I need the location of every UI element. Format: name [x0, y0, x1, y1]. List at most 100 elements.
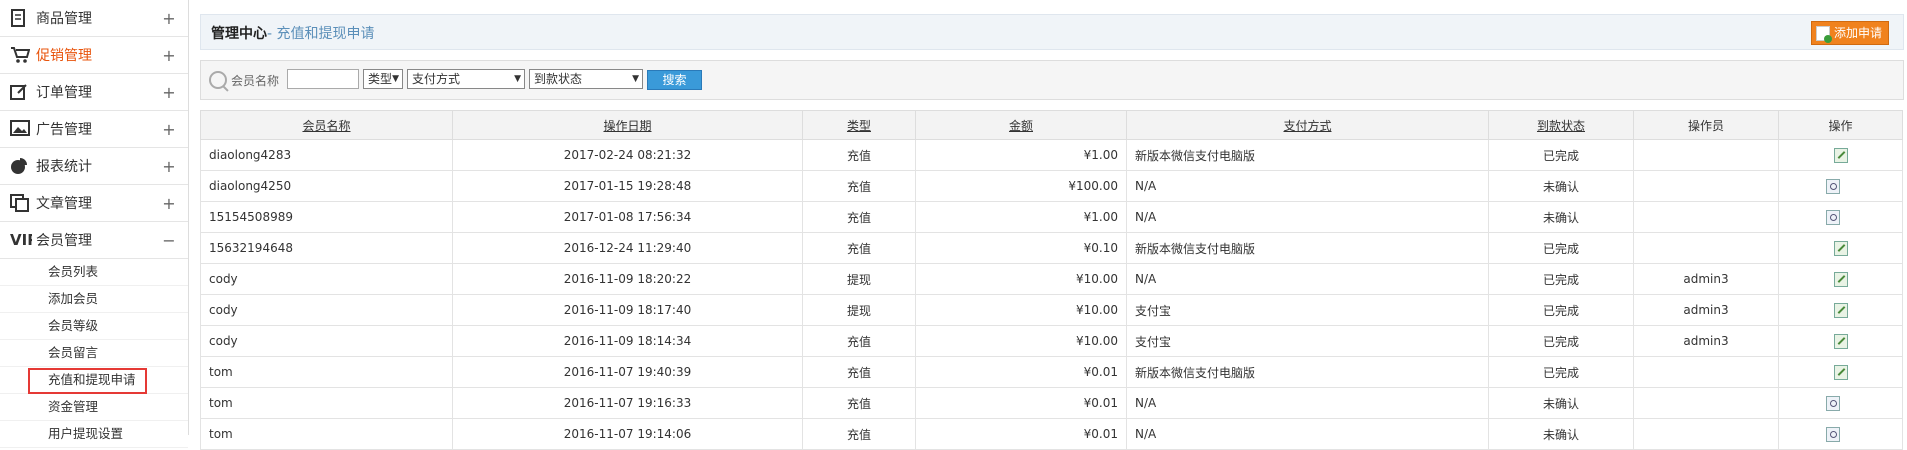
submenu-item[interactable]: 资金管理	[0, 394, 188, 421]
payment-status-select[interactable]: 到款状态 ▼	[529, 69, 643, 89]
row-actions	[1787, 426, 1894, 442]
table-row: cody 2016-11-09 18:17:40 提现 ¥10.00 支付宝 已完成 adm…	[200, 294, 1903, 326]
cell-operator	[1633, 170, 1779, 202]
column-header[interactable]: 操作日期	[452, 110, 803, 140]
delete-icon[interactable]	[1843, 428, 1855, 441]
row-actions	[1787, 271, 1894, 287]
vip-icon: VIP	[10, 231, 38, 249]
table-row: 15632194648 2016-12-24 11:29:40 充值 ¥0.10 新版本…	[200, 232, 1903, 264]
cell-type: 充值	[802, 139, 916, 171]
expand-icon[interactable]: +	[160, 46, 178, 65]
column-header[interactable]: 会员名称	[200, 110, 453, 140]
column-header[interactable]: 金额	[915, 110, 1127, 140]
submenu-item[interactable]: 会员等级	[0, 313, 188, 340]
cell-operator	[1633, 201, 1779, 233]
expand-icon[interactable]: +	[160, 83, 178, 102]
edit-icon[interactable]	[1833, 302, 1848, 318]
sidebar: 商品管理 + 促销管理 + 订单管理 + 广告管理 + 报表统计 + 文章管理 + VIP会员管理 − 会…	[0, 0, 189, 448]
sidebar-item-label: 促销管理	[36, 48, 92, 64]
cell-date: 2016-11-09 18:17:40	[452, 294, 803, 326]
delete-icon[interactable]	[1843, 211, 1855, 224]
edit-icon[interactable]	[1833, 147, 1848, 163]
column-header[interactable]: 类型	[802, 110, 916, 140]
edit-icon[interactable]	[1833, 333, 1848, 349]
submenu-item[interactable]: 会员列表	[0, 259, 188, 286]
expand-icon[interactable]: +	[160, 194, 178, 213]
table-row: diaolong4250 2017-01-15 19:28:48 充值 ¥100.00…	[200, 170, 1903, 202]
cell-date: 2017-01-15 19:28:48	[452, 170, 803, 202]
records-table: 会员名称 操作日期 类型 金额 支付方式 到款状态 操作员 操作 diaolong4283 20…	[200, 110, 1903, 450]
submenu-item[interactable]: 添加会员	[0, 286, 188, 313]
expand-icon[interactable]: +	[160, 9, 178, 28]
collapse-icon[interactable]: −	[160, 231, 178, 250]
view-icon[interactable]	[1826, 426, 1840, 442]
cell-actions	[1778, 356, 1903, 388]
column-header[interactable]: 支付方式	[1126, 110, 1489, 140]
cell-amount: ¥0.10	[915, 232, 1127, 264]
submenu-item-label: 充值和提现申请	[48, 372, 136, 387]
view-icon[interactable]	[1826, 209, 1840, 225]
cell-date: 2016-12-24 11:29:40	[452, 232, 803, 264]
chevron-down-icon: ▼	[514, 74, 521, 84]
column-header-label: 操作员	[1687, 118, 1724, 133]
cell-operator	[1633, 387, 1779, 419]
cell-operator: admin3	[1633, 294, 1779, 326]
cell-date: 2017-02-24 08:21:32	[452, 139, 803, 171]
expand-icon[interactable]: +	[160, 120, 178, 139]
cell-member: cody	[200, 263, 453, 295]
edit-icon[interactable]	[1833, 271, 1848, 287]
view-icon[interactable]	[1826, 395, 1840, 411]
table-body: diaolong4283 2017-02-24 08:21:32 充值 ¥1.00 新版…	[200, 139, 1903, 450]
row-actions	[1787, 333, 1894, 349]
cell-type: 充值	[802, 201, 916, 233]
sidebar-item-1[interactable]: 促销管理 +	[0, 37, 188, 74]
search-button[interactable]: 搜索	[647, 70, 702, 90]
type-select-value: 类型	[368, 72, 393, 86]
column-header: 操作员	[1633, 110, 1779, 140]
column-header-label: 到款状态	[1536, 118, 1585, 133]
column-header-label: 操作日期	[603, 118, 652, 133]
cell-payment: 支付宝	[1126, 325, 1489, 357]
cell-operator: admin3	[1633, 263, 1779, 295]
svg-text:VIP: VIP	[10, 231, 32, 247]
sidebar-item-4[interactable]: 报表统计 +	[0, 148, 188, 185]
delete-icon[interactable]	[1843, 397, 1855, 410]
sidebar-item-3[interactable]: 广告管理 +	[0, 111, 188, 148]
cell-type: 充值	[802, 325, 916, 357]
cell-payment: N/A	[1126, 387, 1489, 419]
member-name-input[interactable]	[287, 69, 359, 89]
delete-icon[interactable]	[1843, 180, 1855, 193]
submenu-item[interactable]: 充值和提现申请	[0, 367, 188, 394]
table-row: 15154508989 2017-01-08 17:56:34 充值 ¥1.00 N/A…	[200, 201, 1903, 233]
cell-status: 已完成	[1488, 325, 1634, 357]
sidebar-item-2[interactable]: 订单管理 +	[0, 74, 188, 111]
row-actions	[1787, 240, 1894, 256]
sidebar-item-6[interactable]: VIP会员管理 −	[0, 222, 188, 259]
column-header[interactable]: 到款状态	[1488, 110, 1634, 140]
row-actions	[1787, 178, 1894, 194]
view-icon[interactable]	[1826, 178, 1840, 194]
cell-date: 2016-11-09 18:14:34	[452, 325, 803, 357]
cell-payment: 新版本微信支付电脑版	[1126, 232, 1489, 264]
sidebar-item-label: 会员管理	[36, 233, 92, 249]
cell-date: 2016-11-07 19:40:39	[452, 356, 803, 388]
sidebar-item-0[interactable]: 商品管理 +	[0, 0, 188, 37]
payment-method-select[interactable]: 支付方式 ▼	[407, 69, 525, 89]
type-select[interactable]: 类型 ▼	[363, 69, 403, 89]
edit-icon[interactable]	[1833, 240, 1848, 256]
cell-type: 提现	[802, 263, 916, 295]
submenu-item[interactable]: 会员留言	[0, 340, 188, 367]
cell-status: 未确认	[1488, 170, 1634, 202]
cell-amount: ¥10.00	[915, 325, 1127, 357]
cell-type: 提现	[802, 294, 916, 326]
cell-amount: ¥0.01	[915, 418, 1127, 450]
page-header: 管理中心- 充值和提现申请 添加申请	[200, 14, 1904, 50]
cell-operator	[1633, 356, 1779, 388]
column-header-label: 会员名称	[302, 118, 351, 133]
cell-operator	[1633, 418, 1779, 450]
sidebar-item-5[interactable]: 文章管理 +	[0, 185, 188, 222]
add-request-button[interactable]: 添加申请	[1810, 21, 1889, 45]
edit-icon[interactable]	[1833, 364, 1848, 380]
expand-icon[interactable]: +	[160, 157, 178, 176]
member-name-label: 会员名称	[231, 74, 280, 88]
